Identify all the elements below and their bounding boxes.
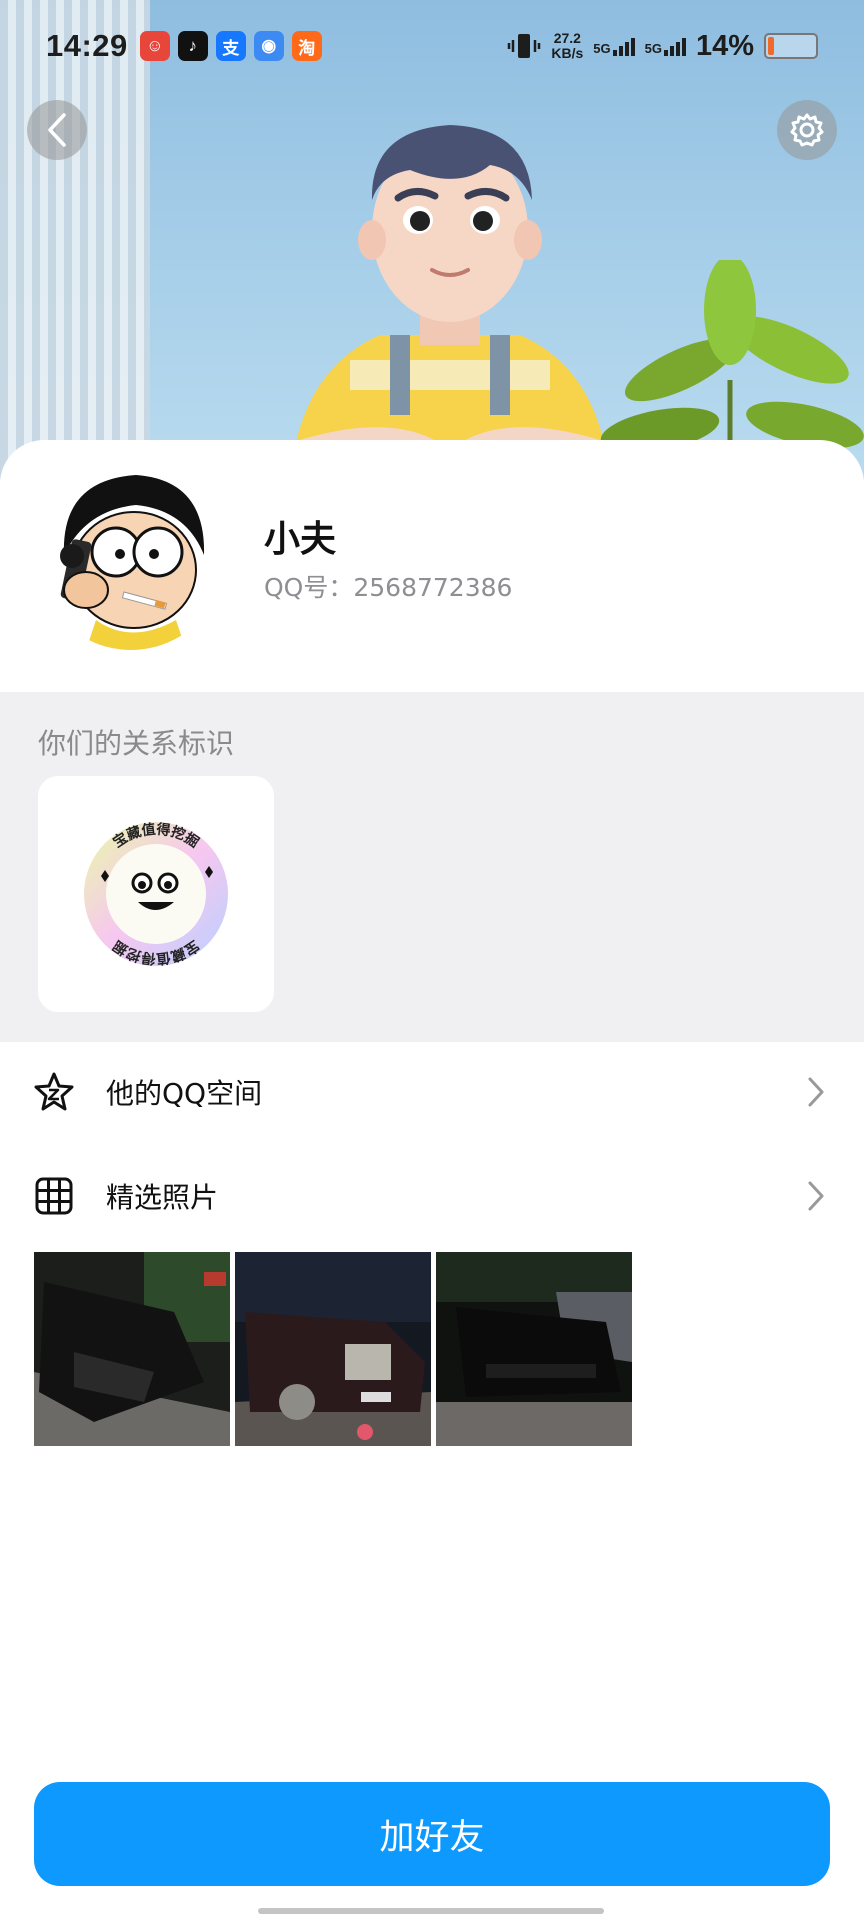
featured-photos-row[interactable]: 精选照片 [0,1146,864,1246]
chevron-right-icon [808,1077,824,1107]
clown-app-icon: ☺ [139,31,170,61]
settings-button[interactable] [777,100,837,160]
avatar-figure-illustration [290,125,610,480]
add-friend-button[interactable]: 加好友 [34,1782,830,1886]
network-speed-value: 27.2 [553,30,581,46]
chevron-left-icon [48,113,66,147]
sim1-signal: 5G [593,36,635,56]
battery-percent: 14% [695,29,754,62]
signal-bars-icon [663,36,686,56]
grid-icon [35,1177,73,1215]
taobao-icon: 淘 [291,31,322,61]
qq-number: QQ号：2568772386 [264,573,513,602]
car-photo-3 [436,1252,632,1446]
photo-thumbnail[interactable] [34,1252,230,1446]
tiktok-icon: ♪ [177,31,208,61]
avatar-image [36,460,226,650]
network-speed: 27.2 KB/s [551,31,583,61]
home-indicator[interactable] [258,1908,604,1914]
car-photo-2 [235,1252,431,1446]
profile-name: 小夫 [264,519,337,560]
photo-thumbnail[interactable] [235,1252,431,1446]
avatar[interactable] [36,460,226,650]
relation-badge-card[interactable]: 宝藏值得挖掘 宝藏值得挖掘 [38,776,274,1012]
sim2-signal: 5G [645,36,686,56]
treasure-badge-icon: 宝藏值得挖掘 宝藏值得挖掘 [84,821,228,967]
signal-bars-icon [612,36,635,56]
network-speed-unit: KB/s [551,45,584,61]
relation-title: 你们的关系标识 [38,727,235,760]
notification-app-icons: ☺ ♪ 支 ◉ 淘 [139,31,322,61]
battery-level [768,37,774,55]
qzone-row[interactable]: 他的QQ空间 [0,1042,864,1142]
relation-section: 你们的关系标识 宝藏值得挖掘 宝藏值得挖掘 [0,692,864,1042]
photo-thumbnail[interactable] [436,1252,632,1446]
status-bar: 14:29 ☺ ♪ 支 ◉ 淘 27.2 KB/s 5G 5G 14% [0,0,864,92]
status-time: 14:29 [46,28,128,63]
featured-photos-label: 精选照片 [106,1181,219,1214]
back-button[interactable] [27,100,87,160]
car-photo-1 [34,1252,230,1446]
battery-icon [764,33,818,59]
qzone-label: 他的QQ空间 [106,1077,263,1110]
sim2-label: 5G [644,41,662,56]
alipay-icon: 支 [215,31,246,61]
star-icon [34,1072,74,1111]
pill-app-icon: ◉ [253,31,284,61]
profile-card: 小夫 QQ号：2568772386 你们的关系标识 宝藏值得挖掘 宝藏值得挖掘 … [0,440,864,1920]
chevron-right-icon [808,1181,824,1211]
gear-icon [790,113,824,147]
featured-photos [34,1252,632,1446]
vibrate-icon [508,34,541,58]
sim1-label: 5G [593,41,611,56]
